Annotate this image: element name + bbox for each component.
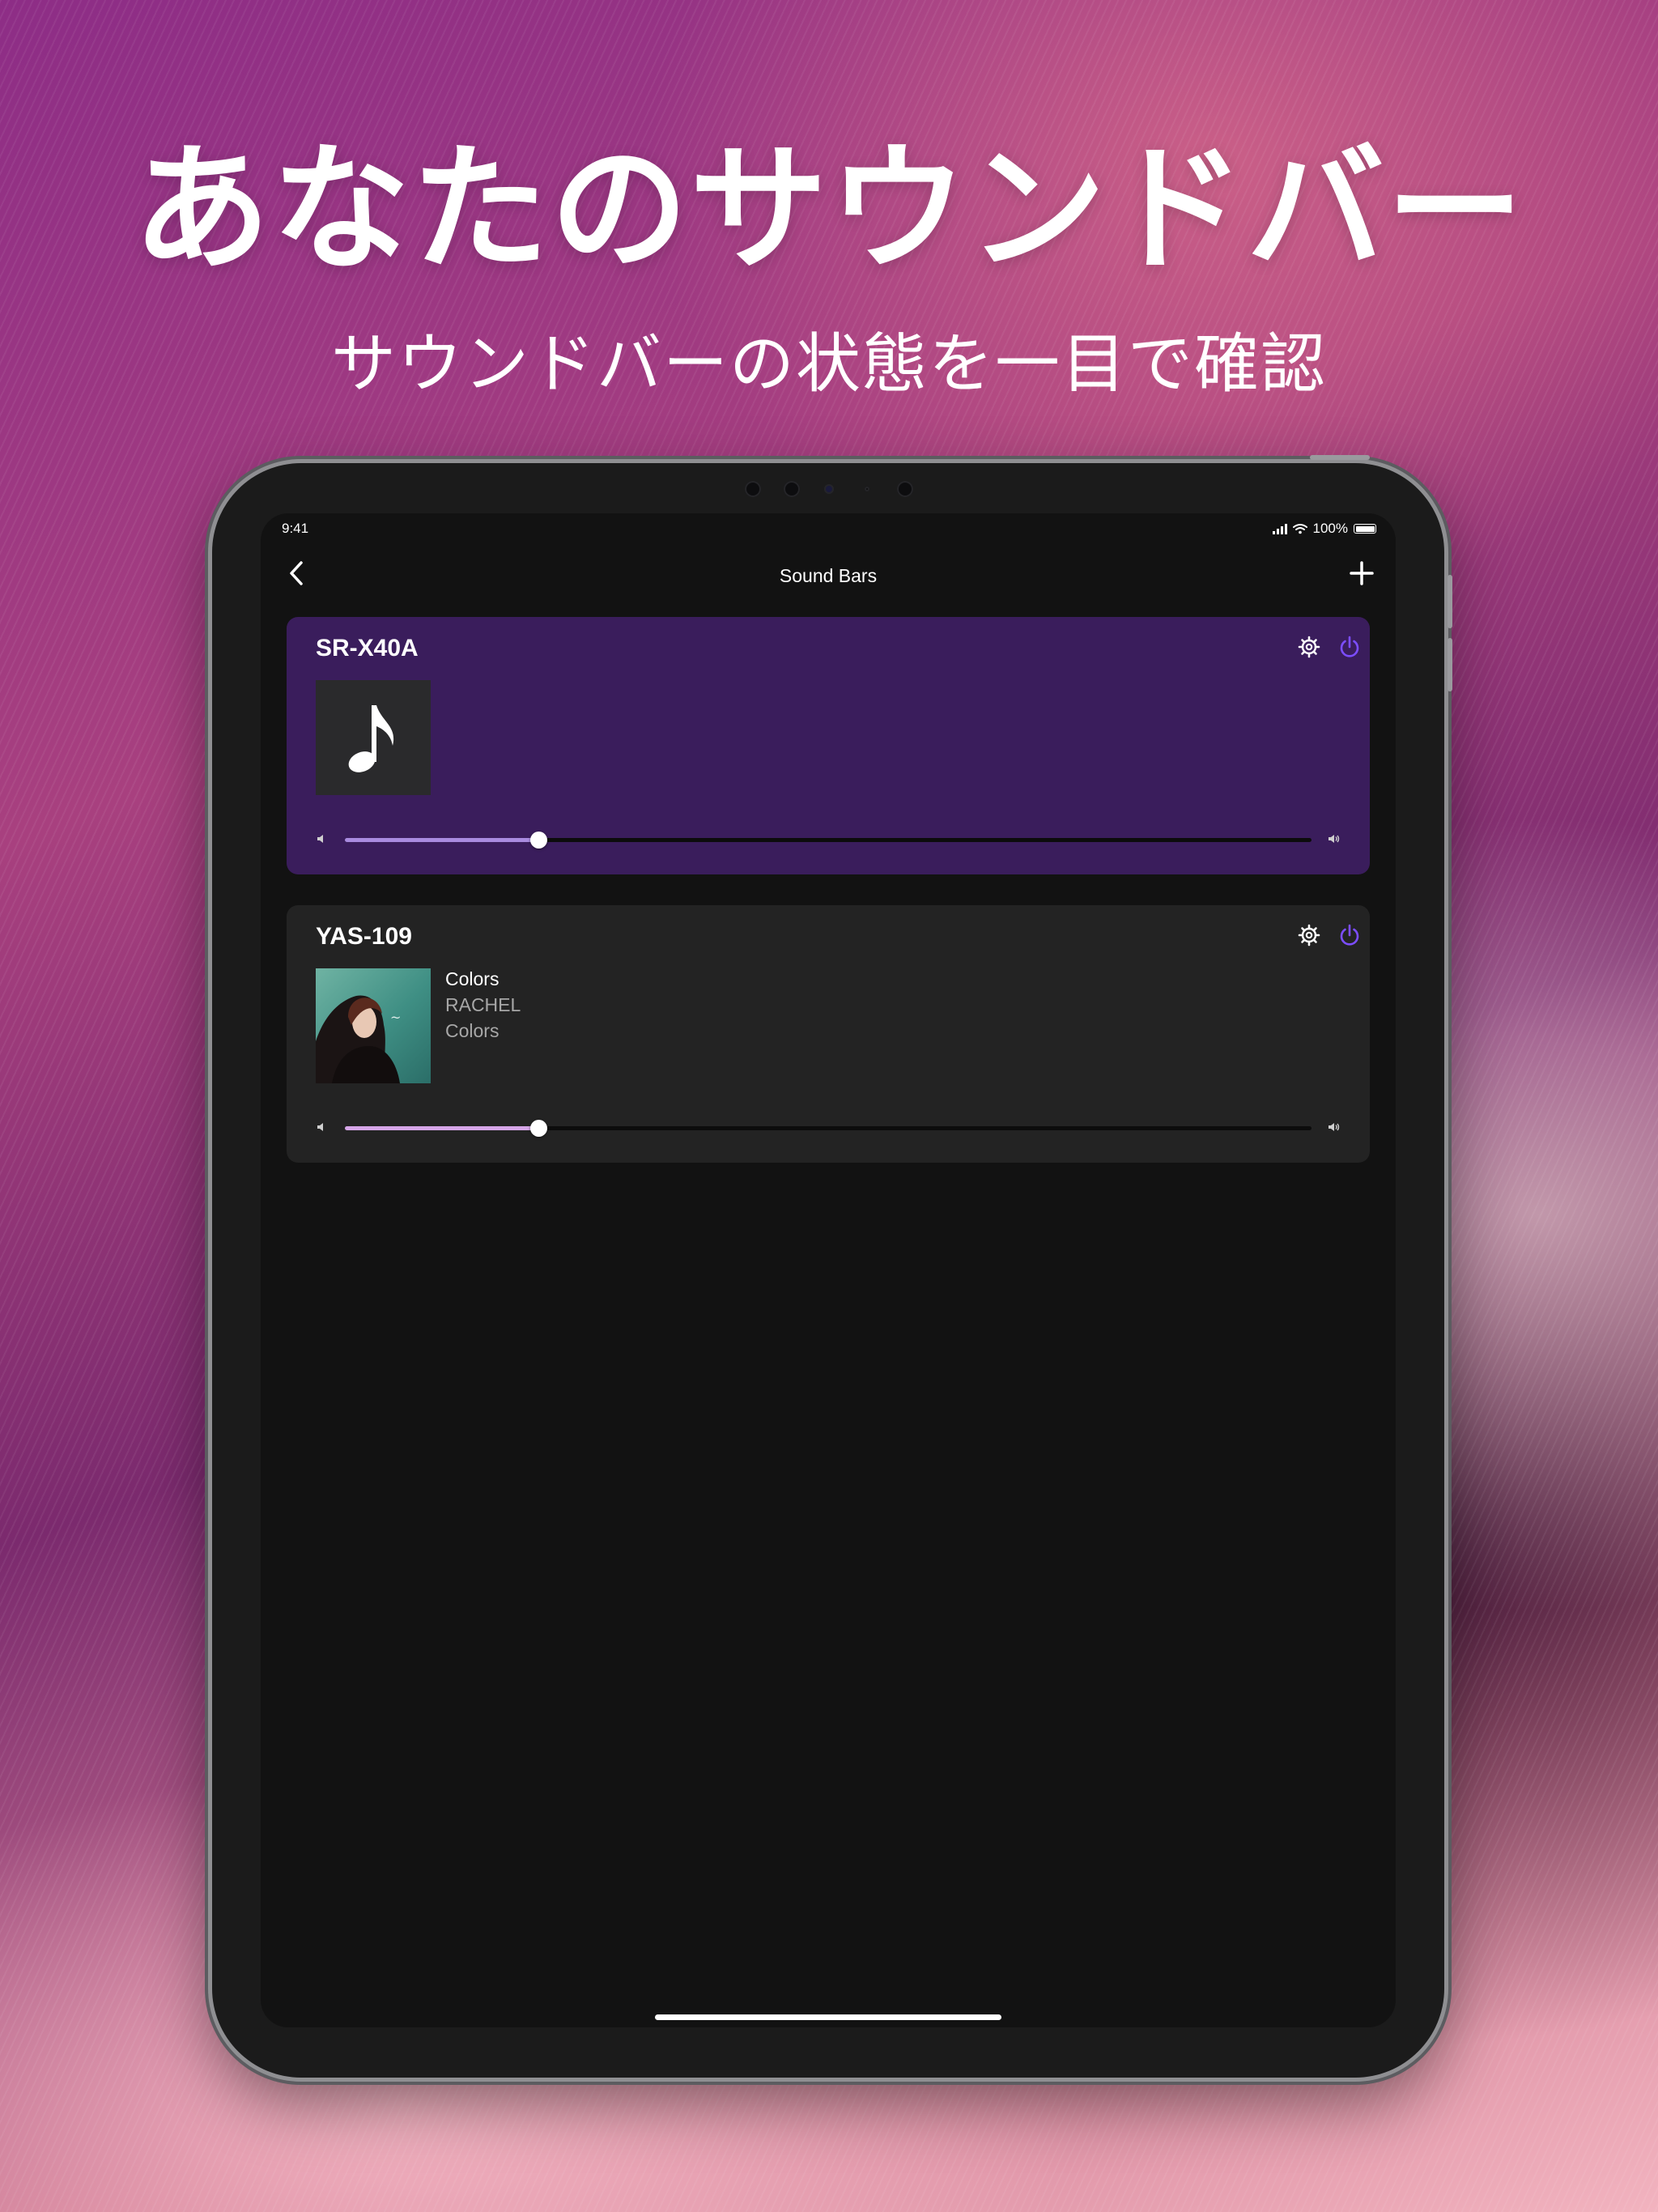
gear-icon bbox=[1298, 636, 1320, 658]
track-artist: RACHEL bbox=[445, 994, 521, 1015]
page-title: Sound Bars bbox=[779, 565, 878, 586]
home-indicator[interactable] bbox=[655, 2014, 1001, 2020]
sensor-dot bbox=[897, 481, 913, 497]
album-art-figure: ~ bbox=[316, 995, 401, 1083]
volume-control bbox=[316, 1116, 1341, 1140]
device-card-yas-109[interactable]: YAS-109 ~ Colors RACHEL Colors bbox=[287, 905, 1370, 1163]
power-icon bbox=[1340, 636, 1359, 657]
device-card-sr-x40a[interactable]: SR-X40A bbox=[287, 617, 1370, 874]
device-settings-button[interactable] bbox=[1295, 633, 1323, 661]
camera-housing bbox=[738, 476, 933, 500]
promo-headline: あなたのサウンドバー bbox=[132, 130, 1525, 290]
svg-text:~: ~ bbox=[390, 1010, 401, 1025]
volume-low-icon bbox=[317, 1123, 323, 1131]
power-icon bbox=[1340, 924, 1359, 946]
track-album: Colors bbox=[445, 1020, 500, 1041]
artwork-placeholder bbox=[316, 680, 431, 795]
volume-high-icon bbox=[1329, 835, 1340, 843]
sensor-dot bbox=[784, 481, 800, 497]
gear-icon bbox=[1298, 924, 1320, 946]
volume-slider-thumb[interactable] bbox=[529, 1120, 547, 1137]
volume-high-icon bbox=[1329, 1123, 1340, 1131]
device-power-button[interactable] bbox=[1336, 633, 1363, 661]
device-name: SR-X40A bbox=[316, 635, 419, 661]
plus-icon bbox=[1350, 561, 1374, 585]
volume-slider-track[interactable] bbox=[345, 1120, 1312, 1137]
volume-up-button bbox=[1448, 575, 1452, 628]
album-art: ~ bbox=[316, 968, 431, 1083]
status-bar: 9:41 100% bbox=[261, 513, 1396, 546]
tablet-frame: 9:41 100% Sound Bars SR-X40A YAS-109 ~ C… bbox=[212, 455, 1452, 2078]
volume-slider-fill bbox=[345, 838, 538, 842]
top-button bbox=[1310, 455, 1370, 460]
navigation-bar: Sound Bars bbox=[261, 546, 1396, 602]
volume-slider-fill bbox=[345, 1126, 538, 1130]
camera-lens bbox=[824, 484, 834, 494]
track-title: Colors bbox=[445, 968, 500, 989]
app-screen: 9:41 100% Sound Bars SR-X40A YAS-109 ~ C… bbox=[261, 513, 1396, 2027]
volume-down-button bbox=[1448, 638, 1452, 691]
volume-control bbox=[316, 827, 1341, 852]
sensor-dot bbox=[865, 487, 869, 491]
add-device-button[interactable] bbox=[1344, 555, 1380, 591]
battery-icon bbox=[1354, 524, 1376, 534]
wifi-icon bbox=[1292, 524, 1307, 534]
status-indicators: 100% bbox=[1272, 521, 1376, 537]
volume-low-icon bbox=[317, 835, 323, 843]
device-name: YAS-109 bbox=[316, 923, 412, 950]
device-power-button[interactable] bbox=[1336, 921, 1363, 949]
sensor-dot bbox=[745, 481, 761, 497]
volume-slider-track[interactable] bbox=[345, 832, 1312, 849]
cellular-signal-icon bbox=[1272, 523, 1287, 534]
battery-percent: 100% bbox=[1312, 521, 1348, 536]
volume-slider-thumb[interactable] bbox=[529, 832, 547, 849]
promo-subheadline: サウンドバーの状態を一目で確認 bbox=[331, 326, 1327, 402]
status-time: 9:41 bbox=[282, 521, 309, 536]
music-note-icon bbox=[348, 705, 394, 772]
device-settings-button[interactable] bbox=[1295, 921, 1323, 949]
